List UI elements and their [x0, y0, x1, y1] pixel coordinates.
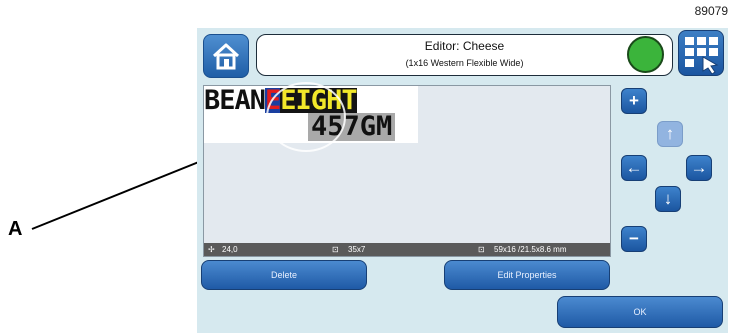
home-button[interactable]	[203, 34, 249, 78]
home-icon	[212, 43, 240, 70]
move-icon: ✢	[208, 245, 215, 254]
field-size: 35x7	[348, 245, 366, 254]
keyboard-grid-icon	[685, 37, 719, 75]
ok-button[interactable]: OK	[557, 296, 723, 328]
message-area[interactable]: BEAN E EIGHT 457GM	[204, 82, 418, 152]
printer-status-indicator[interactable]	[627, 36, 664, 73]
message-editor-canvas[interactable]: BEAN E EIGHT 457GM ✢ 24,0 ⊡ 35x7 ⊡ 59x16…	[203, 82, 611, 257]
editor-status-bar: ✢ 24,0 ⊡ 35x7 ⊡ 59x16 /21.5x8.6 mm	[204, 243, 610, 256]
figure-number: 89079	[694, 4, 728, 18]
move-left-button[interactable]: ←	[621, 155, 647, 181]
move-right-button[interactable]: →	[686, 155, 712, 181]
zoom-out-button[interactable]: −	[621, 226, 647, 252]
cursor-position: 24,0	[222, 245, 238, 254]
title-box: Editor: Cheese (1x16 Western Flexible Wi…	[256, 34, 673, 76]
field-size-icon: ⊡	[332, 245, 339, 254]
delete-button[interactable]: Delete	[201, 260, 367, 290]
move-down-button[interactable]: ↓	[655, 186, 681, 212]
message-size: 59x16 /21.5x8.6 mm	[494, 245, 567, 254]
keyboard-grid-button[interactable]	[678, 30, 724, 76]
message-size-icon: ⊡	[478, 245, 485, 254]
edit-properties-button[interactable]: Edit Properties	[444, 260, 610, 290]
zoom-in-button[interactable]: +	[621, 88, 647, 114]
editor-title: Editor: Cheese	[424, 39, 505, 53]
editor-screen: Editor: Cheese (1x16 Western Flexible Wi…	[197, 28, 728, 333]
move-up-button[interactable]: ↑	[657, 121, 683, 147]
cursor-highlight-circle	[266, 82, 346, 152]
text-field-bean[interactable]: BEAN	[204, 87, 266, 114]
printer-type: (1x16 Western Flexible Wide)	[405, 58, 524, 68]
callout-label: A	[8, 218, 23, 240]
